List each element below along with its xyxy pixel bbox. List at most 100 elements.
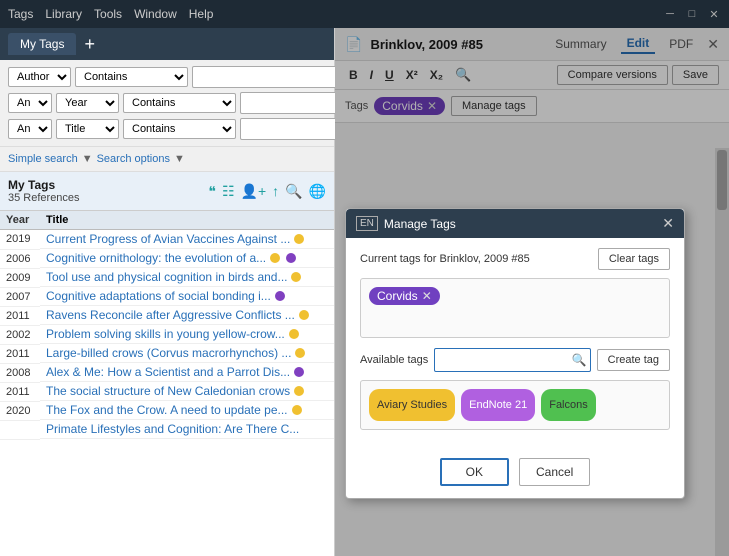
search-icon[interactable]: 🔍 xyxy=(285,183,302,200)
field-select-3[interactable]: TitleAuthorYear xyxy=(56,119,119,139)
tag-dots xyxy=(287,272,301,282)
title-text[interactable]: Ravens Reconcile after Aggressive Confli… xyxy=(46,308,295,322)
maximize-button[interactable]: □ xyxy=(685,7,699,21)
tag-dots xyxy=(290,234,304,244)
title-cell[interactable]: The Fox and the Crow. A need to update p… xyxy=(40,401,334,420)
table-row[interactable]: 2002Problem solving skills in young yell… xyxy=(0,325,334,344)
mytags-count: 35 References xyxy=(8,192,208,204)
tag-dots xyxy=(291,348,305,358)
clear-tags-button[interactable]: Clear tags xyxy=(598,248,670,270)
title-cell[interactable]: Tool use and physical cognition in birds… xyxy=(40,268,334,287)
year-cell: 2011 xyxy=(0,344,40,363)
endnote-21-tag[interactable]: EndNote 21 xyxy=(461,389,535,421)
dialog-header: EN Manage Tags ✕ xyxy=(346,209,684,238)
export-icon[interactable]: ↑ xyxy=(272,183,279,200)
tag-dots xyxy=(290,386,304,396)
condition-select-3[interactable]: ContainsDoes not contain xyxy=(123,119,236,139)
title-text[interactable]: Current Progress of Avian Vaccines Again… xyxy=(46,232,290,246)
list-icon[interactable]: ☷ xyxy=(222,183,235,200)
table-row[interactable]: 2011 Large-billed crows (Corvus macrorhyn… xyxy=(0,344,334,363)
purple-tag-dot xyxy=(294,367,304,377)
title-text[interactable]: The Fox and the Crow. A need to update p… xyxy=(46,403,288,417)
title-text[interactable]: Problem solving skills in young yellow-c… xyxy=(46,327,285,341)
boolean-select-2[interactable]: AndOr xyxy=(8,93,52,113)
purple-tag-dot xyxy=(275,291,285,301)
title-cell[interactable]: Problem solving skills in young yellow-c… xyxy=(40,325,334,344)
globe-icon[interactable]: 🌐 xyxy=(309,183,326,200)
current-corvids-remove[interactable]: ✕ xyxy=(422,289,432,303)
available-tags-input[interactable] xyxy=(434,348,590,372)
field-select-1[interactable]: AuthorYearTitle xyxy=(8,67,71,87)
menu-tools[interactable]: Tools xyxy=(94,7,122,21)
close-button[interactable]: ✕ xyxy=(707,7,721,21)
condition-select-1[interactable]: ContainsDoes not contain xyxy=(75,67,188,87)
boolean-select-3[interactable]: AndOr xyxy=(8,119,52,139)
title-cell[interactable]: Alex & Me: How a Scientist and a Parrot … xyxy=(40,363,334,382)
filter-row-3: AndOr TitleAuthorYear ContainsDoes not c… xyxy=(8,118,326,140)
filter-input-1[interactable] xyxy=(192,66,344,88)
aviary-studies-tag[interactable]: Aviary Studies xyxy=(369,389,455,421)
condition-select-2[interactable]: ContainsDoes not contain xyxy=(123,93,236,113)
title-cell[interactable]: Ravens Reconcile after Aggressive Confli… xyxy=(40,306,334,325)
dialog-close-button[interactable]: ✕ xyxy=(662,215,674,232)
yellow-tag-dot xyxy=(294,234,304,244)
table-row[interactable]: 2011The social structure of New Caledoni… xyxy=(0,382,334,401)
ok-button[interactable]: OK xyxy=(440,458,509,486)
mytags-info: My Tags 35 References xyxy=(8,178,208,204)
title-cell[interactable]: Current Progress of Avian Vaccines Again… xyxy=(40,230,334,249)
table-row[interactable]: 2020The Fox and the Crow. A need to upda… xyxy=(0,401,334,420)
title-cell[interactable]: Large-billed crows (Corvus macrorhynchos… xyxy=(40,344,334,363)
search-options-arrow: ▼ xyxy=(174,153,185,165)
menu-help[interactable]: Help xyxy=(189,7,214,21)
my-tags-tab[interactable]: My Tags xyxy=(8,33,76,55)
menu-tags[interactable]: Tags xyxy=(8,7,33,21)
title-text[interactable]: Large-billed crows (Corvus macrorhynchos… xyxy=(46,346,291,360)
title-text[interactable]: Primate Lifestyles and Cognition: Are Th… xyxy=(46,422,299,436)
title-cell[interactable]: The social structure of New Caledonian c… xyxy=(40,382,334,401)
falcons-tag[interactable]: Falcons xyxy=(541,389,596,421)
window-controls: ─ □ ✕ xyxy=(663,7,721,21)
simple-search-link[interactable]: Simple search xyxy=(8,153,78,165)
title-text[interactable]: Alex & Me: How a Scientist and a Parrot … xyxy=(46,365,290,379)
table-row[interactable]: 2011 Ravens Reconcile after Aggressive Co… xyxy=(0,306,334,325)
table-row[interactable]: 2008 Alex & Me: How a Scientist and a Par… xyxy=(0,363,334,382)
create-tag-button[interactable]: Create tag xyxy=(597,349,670,371)
title-text[interactable]: Tool use and physical cognition in birds… xyxy=(46,270,287,284)
title-column-header[interactable]: Title xyxy=(40,211,334,230)
current-tags-row: Current tags for Brinklov, 2009 #85 Clea… xyxy=(360,248,670,270)
table-row[interactable]: 2006 Cognitive ornithology: the evolution… xyxy=(0,249,334,268)
title-text[interactable]: The social structure of New Caledonian c… xyxy=(46,384,290,398)
field-select-2[interactable]: YearAuthorTitle xyxy=(56,93,119,113)
title-text[interactable]: Cognitive adaptations of social bonding … xyxy=(46,289,271,303)
table-row[interactable]: 2019Current Progress of Avian Vaccines A… xyxy=(0,230,334,250)
title-cell[interactable]: Cognitive adaptations of social bonding … xyxy=(40,287,334,306)
table-row[interactable]: 2009Tool use and physical cognition in b… xyxy=(0,268,334,287)
year-cell: 2006 xyxy=(0,249,40,268)
yellow-tag-dot xyxy=(291,272,301,282)
quote-icon[interactable]: ❝ xyxy=(208,183,216,200)
tag-dots xyxy=(285,329,299,339)
add-tab-button[interactable]: + xyxy=(84,35,95,53)
current-corvids-chip[interactable]: Corvids ✕ xyxy=(369,287,440,305)
search-options-link[interactable]: Search options xyxy=(97,153,170,165)
add-user-icon[interactable]: 👤+ xyxy=(241,183,267,200)
current-corvids-label: Corvids xyxy=(377,289,418,303)
table-row[interactable]: Primate Lifestyles and Cognition: Are Th… xyxy=(0,420,334,439)
dialog-title-text: Manage Tags xyxy=(384,217,662,231)
available-tags-box: Aviary Studies EndNote 21 Falcons xyxy=(360,380,670,430)
cancel-button[interactable]: Cancel xyxy=(519,458,590,486)
search-divider: ▼ xyxy=(82,153,93,165)
tag-dots xyxy=(290,367,304,377)
tag-dots xyxy=(288,405,302,415)
title-cell[interactable]: Cognitive ornithology: the evolution of … xyxy=(40,249,334,268)
yellow-tag-dot xyxy=(294,386,304,396)
title-cell[interactable]: Primate Lifestyles and Cognition: Are Th… xyxy=(40,420,334,439)
title-text[interactable]: Cognitive ornithology: the evolution of … xyxy=(46,251,266,265)
year-column-header[interactable]: Year xyxy=(0,211,40,230)
year-cell: 2011 xyxy=(0,306,40,325)
menu-window[interactable]: Window xyxy=(134,7,177,21)
minimize-button[interactable]: ─ xyxy=(663,7,677,21)
menu-library[interactable]: Library xyxy=(45,7,82,21)
year-cell: 2008 xyxy=(0,363,40,382)
table-row[interactable]: 2007Cognitive adaptations of social bond… xyxy=(0,287,334,306)
